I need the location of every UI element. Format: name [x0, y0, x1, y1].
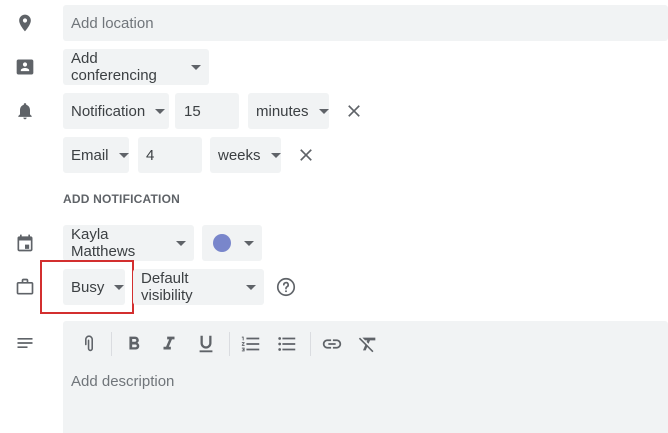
toolbar-divider	[111, 332, 112, 356]
chevron-down-icon	[176, 240, 186, 246]
notification-amount-value: 15	[184, 102, 201, 120]
email-method-label: Email	[71, 146, 109, 164]
color-swatch	[213, 234, 231, 252]
chevron-down-icon	[318, 108, 329, 114]
description-lines-icon	[15, 333, 35, 353]
close-icon	[300, 149, 312, 161]
calendar-owner-dropdown[interactable]: Kayla Matthews	[63, 225, 194, 261]
chevron-down-icon	[118, 152, 129, 158]
add-conferencing-dropdown[interactable]: Add conferencing	[63, 49, 209, 85]
email-amount-input[interactable]: 4	[138, 137, 202, 173]
notification-unit-dropdown[interactable]: minutes	[248, 93, 329, 129]
email-method-dropdown[interactable]: Email	[63, 137, 129, 173]
attach-button[interactable]	[78, 333, 100, 355]
conferencing-label: Add conferencing	[71, 50, 157, 84]
close-icon	[348, 105, 360, 117]
notification-method-dropdown[interactable]: Notification	[63, 93, 169, 129]
conferencing-icon	[15, 57, 35, 77]
bulleted-list-button[interactable]	[276, 333, 298, 355]
description-placeholder: Add description	[71, 373, 175, 390]
chevron-down-icon	[244, 240, 254, 246]
link-icon	[322, 339, 342, 349]
remove-notification-button[interactable]	[344, 101, 364, 121]
briefcase-icon	[15, 277, 35, 297]
underline-icon	[199, 335, 213, 353]
chevron-down-icon	[191, 64, 201, 70]
bold-icon	[129, 336, 140, 350]
numbered-list-button[interactable]	[240, 333, 262, 355]
location-input[interactable]: Add location	[63, 5, 668, 41]
clear-formatting-icon	[358, 337, 376, 353]
visibility-label: Default visibility	[141, 270, 193, 304]
chevron-down-icon	[114, 284, 125, 290]
email-amount-value: 4	[146, 146, 155, 164]
bell-icon	[15, 101, 35, 121]
add-notification-link[interactable]: ADD NOTIFICATION	[63, 192, 180, 206]
notification-unit-label: minutes	[256, 102, 309, 120]
clear-formatting-button[interactable]	[357, 333, 379, 355]
remove-email-notification-button[interactable]	[296, 145, 316, 165]
help-button[interactable]	[275, 276, 297, 298]
italic-icon	[163, 336, 175, 350]
email-unit-dropdown[interactable]: weeks	[210, 137, 281, 173]
location-placeholder: Add location	[71, 14, 154, 32]
calendar-owner-label: Kayla Matthews	[71, 226, 136, 260]
toolbar-divider	[310, 332, 311, 356]
chevron-down-icon	[155, 108, 166, 114]
visibility-dropdown[interactable]: Default visibility	[133, 269, 264, 305]
bulleted-list-icon	[278, 337, 296, 351]
busy-status-label: Busy	[71, 278, 105, 296]
bold-button[interactable]	[123, 333, 145, 355]
help-icon	[276, 277, 296, 297]
italic-button[interactable]	[158, 333, 180, 355]
location-pin-icon	[15, 13, 35, 33]
notification-amount-input[interactable]: 15	[175, 93, 239, 129]
attach-icon	[85, 335, 93, 352]
notification-method-label: Notification	[71, 102, 146, 120]
chevron-down-icon	[270, 152, 281, 158]
event-color-dropdown[interactable]	[202, 225, 262, 261]
chevron-down-icon	[246, 284, 256, 290]
link-button[interactable]	[321, 333, 343, 355]
email-unit-label: weeks	[218, 146, 261, 164]
numbered-list-icon	[241, 336, 260, 352]
toolbar-divider	[229, 332, 230, 356]
busy-status-dropdown[interactable]: Busy	[63, 269, 125, 305]
underline-button[interactable]	[195, 333, 217, 355]
calendar-icon	[15, 233, 35, 253]
